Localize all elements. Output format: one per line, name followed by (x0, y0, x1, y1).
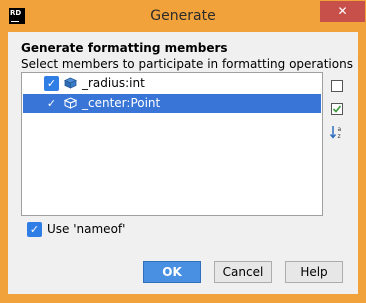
use-nameof-checkbox[interactable]: ✓ (27, 222, 42, 237)
generate-dialog: RD Generate ✕ Generate formatting member… (0, 0, 366, 303)
close-button[interactable]: ✕ (320, 1, 365, 22)
member-checkbox[interactable]: ✓ (44, 76, 59, 91)
member-label: _radius:int (82, 76, 145, 90)
dialog-body: Generate formatting members Select membe… (8, 32, 358, 294)
dialog-heading: Generate formatting members (21, 41, 228, 55)
member-row-radius[interactable]: ✓ _radius:int (23, 74, 321, 93)
field-icon (64, 77, 77, 89)
window-title: Generate (150, 8, 216, 24)
sort-alphabetically-icon[interactable]: a z (329, 124, 345, 140)
cancel-button[interactable]: Cancel (214, 261, 272, 283)
select-all-icon[interactable] (329, 101, 345, 117)
svg-text:z: z (338, 133, 341, 140)
member-label: _center:Point (82, 96, 161, 110)
members-list[interactable]: ✓ _radius:int ✓ _center:Point (21, 72, 323, 216)
svg-text:a: a (338, 126, 342, 133)
deselect-all-icon[interactable] (329, 78, 345, 94)
member-checkbox[interactable]: ✓ (44, 96, 59, 111)
dialog-instruction: Select members to participate in formatt… (21, 57, 353, 71)
use-nameof-label: Use 'nameof' (47, 222, 126, 236)
ok-button[interactable]: OK (143, 261, 201, 283)
member-row-center[interactable]: ✓ _center:Point (23, 94, 321, 113)
help-button[interactable]: Help (285, 261, 343, 283)
close-icon: ✕ (337, 4, 348, 18)
field-icon (64, 97, 77, 109)
title-bar[interactable]: RD Generate ✕ (1, 1, 365, 32)
